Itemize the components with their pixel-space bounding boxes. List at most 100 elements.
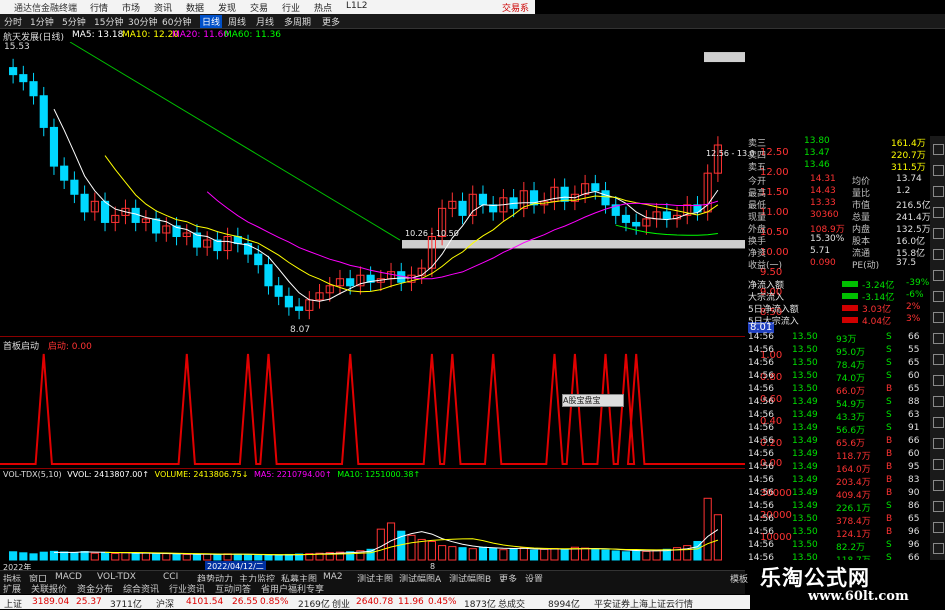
tick-row[interactable]: 14:56 13.50 66.0万 B 65 [748, 384, 930, 397]
bottom-tab-8[interactable]: MA2 [323, 572, 343, 582]
side-tool-icon[interactable] [933, 186, 944, 197]
period-multi[interactable]: 多周期 [284, 15, 311, 28]
tick-side: B [886, 462, 893, 472]
extension-tab-1[interactable]: 关联报价 [31, 582, 67, 595]
side-tool-icon[interactable] [933, 144, 944, 155]
menu-item-hot[interactable]: 热点 [314, 1, 332, 14]
bottom-tab-3[interactable]: VOL-TDX [97, 572, 136, 582]
side-tool-icon[interactable] [933, 291, 944, 302]
tick-row[interactable]: 14:56 13.49 56.6万 S 91 [748, 423, 930, 436]
tick-row[interactable]: 14:56 13.49 43.3万 S 63 [748, 410, 930, 423]
extension-tab-4[interactable]: 行业资讯 [169, 582, 205, 595]
tick-row[interactable]: 14:56 13.49 409.4万 B 90 [748, 488, 930, 501]
bottom-tab-2[interactable]: MACD [55, 572, 82, 582]
stat-value: 15.30% [810, 234, 845, 244]
side-tool-icon[interactable] [933, 543, 944, 554]
tick-row[interactable]: 14:56 13.49 226.1万 S 86 [748, 501, 930, 514]
tick-row[interactable]: 14:56 13.50 378.4万 B 65 [748, 514, 930, 527]
period-5min[interactable]: 5分钟 [62, 15, 86, 28]
candle-body [19, 74, 28, 83]
resistance-box [704, 52, 745, 63]
stat-row: 换手 15.30% 股本 16.0亿 [748, 234, 930, 247]
period-intraday[interactable]: 分时 [4, 15, 22, 28]
tick-row[interactable]: 14:56 13.50 78.4万 S 65 [748, 358, 930, 371]
menu-item-market[interactable]: 行情 [90, 1, 108, 14]
side-tool-icon[interactable] [933, 312, 944, 323]
indicator-chart[interactable] [0, 350, 745, 468]
menu-item-industry[interactable]: 行业 [282, 1, 300, 14]
volume-bar [264, 554, 273, 561]
tick-list[interactable]: 14:56 13.50 93万 S 66 14:56 13.50 95.0万 S 55 14:56 1… [748, 332, 930, 568]
menu-item-discover[interactable]: 发现 [218, 1, 236, 14]
extension-tab-3[interactable]: 综合资讯 [123, 582, 159, 595]
right-side-toolbar[interactable] [930, 136, 945, 566]
side-tool-icon[interactable] [933, 228, 944, 239]
menu-item-news[interactable]: 资讯 [154, 1, 172, 14]
tick-volume: 95.0万 [836, 348, 866, 358]
candle-body [49, 126, 59, 167]
period-daily[interactable]: 日线 [200, 15, 223, 28]
volume-bar [9, 551, 18, 561]
side-tool-icon[interactable] [933, 396, 944, 407]
tick-row[interactable]: 14:56 13.49 65.6万 B 66 [748, 436, 930, 449]
extension-tab-5[interactable]: 互动问答 [215, 582, 251, 595]
tick-price: 13.49 [792, 462, 818, 472]
extension-tab-6[interactable]: 省用户福利专享 [261, 582, 324, 595]
period-monthly[interactable]: 月线 [256, 15, 274, 28]
side-tool-icon[interactable] [933, 501, 944, 512]
template-button[interactable]: 模板 [730, 572, 748, 585]
side-tool-icon[interactable] [933, 165, 944, 176]
period-more[interactable]: 更多 [322, 15, 340, 28]
support-box [402, 240, 745, 249]
side-tool-icon[interactable] [933, 249, 944, 260]
extension-tab-bar: 扩展 关联报价 资金分布 综合资讯 行业资讯 互动问答 省用户福利专享 [0, 582, 745, 595]
volume-chart[interactable] [0, 482, 745, 562]
volume-bar [652, 549, 661, 561]
side-tool-icon[interactable] [933, 207, 944, 218]
extension-tab-2[interactable]: 资金分布 [77, 582, 113, 595]
extension-tab-0[interactable]: 扩展 [3, 582, 21, 595]
side-tool-icon[interactable] [933, 270, 944, 281]
side-tool-icon[interactable] [933, 375, 944, 386]
menu-item-trade[interactable]: 交易 [250, 1, 268, 14]
period-weekly[interactable]: 周线 [228, 15, 246, 28]
trade-system-label[interactable]: 交易系 [502, 1, 529, 14]
side-tool-icon[interactable] [933, 438, 944, 449]
side-tool-icon[interactable] [933, 417, 944, 428]
tick-count: 83 [908, 475, 920, 485]
period-15min[interactable]: 15分钟 [94, 15, 123, 28]
menu-item-l1l2[interactable]: L1L2 [346, 1, 367, 11]
volume-bar [529, 549, 539, 561]
tick-side: B [886, 475, 893, 485]
tick-volume: 82.2万 [836, 543, 866, 553]
candle-body [264, 264, 273, 287]
menu-item-markets[interactable]: 市场 [122, 1, 140, 14]
volume-name: VOL-TDX(5,10) [3, 470, 62, 479]
tick-volume: 66.0万 [836, 387, 866, 397]
side-tool-icon[interactable] [933, 522, 944, 533]
period-30min[interactable]: 30分钟 [128, 15, 157, 28]
status-item: 上证 [4, 600, 23, 610]
status-item: 0.85% [260, 597, 289, 607]
tick-row[interactable]: 14:56 13.49 118.7万 B 60 [748, 449, 930, 462]
side-tool-icon[interactable] [933, 354, 944, 365]
tick-row[interactable]: 14:56 13.50 93万 S 66 [748, 332, 930, 345]
tick-row[interactable]: 14:56 13.50 124.1万 B 96 [748, 527, 930, 540]
tick-row[interactable]: 14:56 13.50 95.0万 S 55 [748, 345, 930, 358]
period-60min[interactable]: 60分钟 [162, 15, 191, 28]
menu-item-data[interactable]: 数据 [186, 1, 204, 14]
volume-bar [478, 546, 488, 561]
tick-row[interactable]: 14:56 13.49 54.9万 S 88 [748, 397, 930, 410]
kline-chart[interactable] [0, 42, 745, 334]
tick-row[interactable]: 14:56 13.49 164.0万 B 95 [748, 462, 930, 475]
tick-row[interactable]: 14:56 13.49 203.4万 B 83 [748, 475, 930, 488]
volume-legend: VOL-TDX(5,10) VVOL: 2413807.00↑ VOLUME: … [3, 470, 420, 479]
tick-row[interactable]: 14:56 13.50 74.0万 S 60 [748, 371, 930, 384]
side-tool-icon[interactable] [933, 480, 944, 491]
side-tool-icon[interactable] [933, 333, 944, 344]
tick-side: B [886, 514, 893, 524]
period-1min[interactable]: 1分钟 [30, 15, 54, 28]
tick-row[interactable]: 14:56 13.50 82.2万 S 96 [748, 540, 930, 553]
bottom-tab-4[interactable]: CCI [163, 572, 178, 582]
side-tool-icon[interactable] [933, 459, 944, 470]
